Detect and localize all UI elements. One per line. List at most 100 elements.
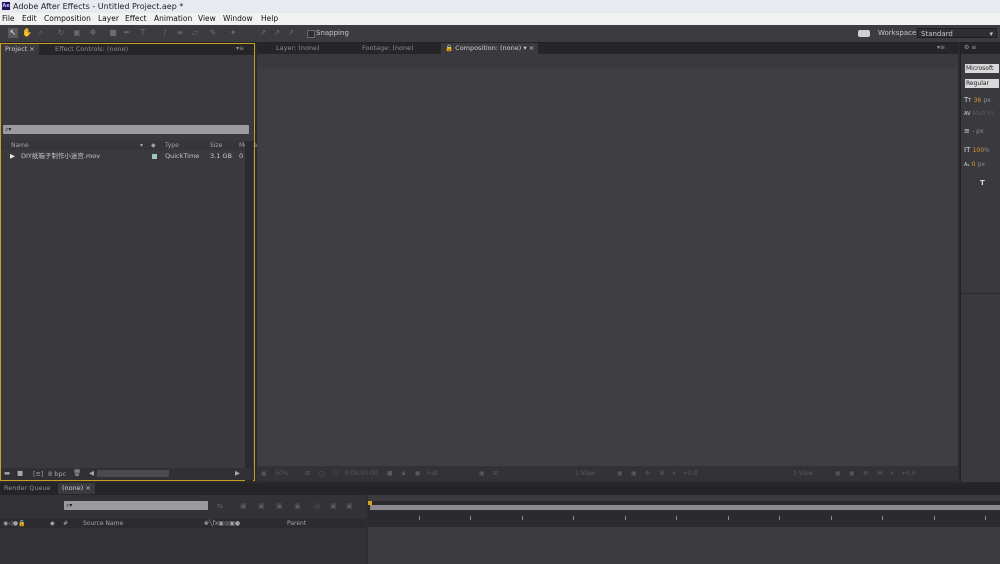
menu-window[interactable]: Window [223, 13, 253, 25]
local-axis-icon[interactable]: ↗ [258, 28, 268, 38]
workspace-toggle-icon[interactable] [858, 30, 870, 37]
toggle-pixel-icon[interactable]: ▣ [617, 466, 623, 481]
project-search-input[interactable]: ⌕▾ [3, 125, 249, 134]
menu-view[interactable]: View [198, 13, 216, 25]
timecode-field[interactable]: 0:00:00:00 [345, 466, 378, 481]
tab-timeline-none[interactable]: (none) × [58, 483, 95, 494]
tab-effect-controls[interactable]: Effect Controls: (none) [51, 44, 132, 55]
leading-value[interactable]: - px [972, 128, 983, 135]
column-source-name[interactable]: Source Name [83, 519, 123, 528]
menu-edit[interactable]: Edit [22, 13, 37, 25]
puppet-pin-tool-icon[interactable]: ✦ [228, 28, 238, 38]
scroll-right-icon[interactable]: ▶ [235, 469, 240, 477]
list-item[interactable]: ▶ DIY纸箱子制作小迷宫.mov QuickTime 3.1 GB 0 [1, 152, 244, 161]
fast-preview-icon[interactable]: ❉ [645, 466, 650, 481]
bpc-bracket-icon[interactable]: [≡] [33, 470, 44, 478]
font-size-row[interactable]: TT 36 px [964, 96, 991, 104]
snapping-checkbox[interactable] [307, 30, 315, 38]
av-features-icon[interactable]: ◉◁●🔒 [3, 519, 26, 528]
column-layer-number[interactable]: # [63, 519, 68, 528]
view-layout-select[interactable]: 1 View [575, 466, 595, 481]
mask-visibility-icon[interactable]: ⬡ [333, 466, 338, 481]
lock-icon[interactable]: 🔒 [445, 44, 453, 52]
timeline-graph-area[interactable] [368, 495, 1000, 564]
exposure-icon[interactable]: ☀ [671, 466, 676, 481]
draft-3d-icon[interactable]: ▣ [240, 502, 247, 510]
world-axis-icon[interactable]: ↗ [272, 28, 282, 38]
tab-project[interactable]: Project × [1, 44, 39, 55]
brainstorm-icon[interactable]: ◎ [314, 502, 320, 510]
font-size-value[interactable]: 36 [974, 97, 982, 104]
auto-keyframe-icon[interactable]: ▣ [346, 502, 353, 510]
menu-layer[interactable]: Layer [98, 13, 119, 25]
rectangle-tool-icon[interactable]: ■ [108, 28, 118, 38]
panel-menu-icon[interactable]: ▾≡ [236, 45, 244, 52]
interpret-footage-icon[interactable]: ▬ [4, 469, 10, 477]
camera-tool-icon[interactable]: ▣ [72, 28, 82, 38]
menu-effect[interactable]: Effect [125, 13, 147, 25]
menu-help[interactable]: Help [261, 13, 278, 25]
rotation-tool-icon[interactable]: ↻ [56, 28, 66, 38]
reset-exposure-icon[interactable]: ▣ [631, 466, 637, 481]
flowchart-icon[interactable]: ⌘ [659, 466, 665, 481]
vertical-scale-value[interactable]: 100 [973, 147, 984, 154]
kerning-value[interactable]: Metrics [973, 110, 995, 117]
show-snapshot-icon[interactable]: ♟ [401, 466, 406, 481]
label-tag-icon[interactable]: ◆ [151, 141, 156, 150]
view-layout-select-2[interactable]: 1 View [793, 466, 813, 481]
clone-stamp-tool-icon[interactable]: ≡ [175, 28, 185, 38]
kerning-row[interactable]: AV Metrics [964, 109, 995, 117]
baseline-shift-value[interactable]: 0 [972, 161, 976, 168]
composition-viewer[interactable] [257, 68, 958, 466]
vertical-scale-row[interactable]: IT 100% [964, 146, 990, 154]
tab-composition[interactable]: 🔒 Composition: (none) ▾ × [441, 43, 539, 54]
tab-footage[interactable]: Footage: (none) [358, 43, 418, 54]
transparency-grid-icon[interactable]: ⊞ [493, 466, 498, 481]
hand-tool-icon[interactable]: ✋ [22, 28, 32, 38]
panel-menu-icon[interactable]: ▾≡ [937, 44, 945, 51]
magnification-select[interactable]: 50% [275, 466, 288, 481]
panel-options-icon[interactable]: ⚙ ≡ [964, 44, 976, 51]
switches-icon[interactable]: ❀╲fx▣◎▣● [204, 519, 240, 528]
grid-icon[interactable]: ▢ [319, 466, 325, 481]
menu-file[interactable]: File [2, 13, 15, 25]
column-name[interactable]: Name [11, 141, 29, 150]
font-family-select[interactable]: Microsoft [965, 64, 999, 73]
view-axis-icon[interactable]: ↗ [286, 28, 296, 38]
menu-animation[interactable]: Animation [154, 13, 192, 25]
work-area-bar[interactable] [370, 505, 1000, 510]
time-ruler[interactable] [368, 501, 1000, 527]
eraser-tool-icon[interactable]: ▱ [190, 28, 200, 38]
font-style-select[interactable]: Regular [965, 79, 999, 88]
exposure-icon-2[interactable]: ☀ [889, 466, 894, 481]
timeline-search-input[interactable]: ⌕▾ [64, 501, 208, 510]
column-type[interactable]: Type [165, 141, 179, 150]
snapshot-icon[interactable]: ■ [387, 466, 393, 481]
bpc-label[interactable]: 8 bpc [48, 470, 66, 478]
new-folder-icon[interactable]: ■ [17, 469, 23, 477]
pan-behind-tool-icon[interactable]: ✥ [88, 28, 98, 38]
horizontal-scrollbar-thumb[interactable] [97, 470, 169, 477]
reset-exposure-icon-2[interactable]: ▣ [849, 466, 855, 481]
baseline-shift-row[interactable]: A₂ 0 px [964, 160, 985, 168]
zoom-tool-icon[interactable]: ⌕ [36, 28, 46, 38]
tab-render-queue[interactable]: Render Queue [0, 483, 55, 494]
column-size[interactable]: Size [210, 141, 222, 150]
safe-margins-icon[interactable]: ⊞ [305, 466, 310, 481]
always-preview-icon[interactable]: ▣ [261, 466, 267, 481]
scroll-left-icon[interactable]: ◀ [89, 469, 94, 477]
faux-bold-icon[interactable]: T [980, 179, 985, 187]
pen-tool-icon[interactable]: ✒ [122, 28, 132, 38]
roto-brush-tool-icon[interactable]: ✎ [208, 28, 218, 38]
fast-preview-icon-2[interactable]: ❉ [863, 466, 868, 481]
brush-tool-icon[interactable]: ∕ [160, 28, 170, 38]
tab-layer[interactable]: Layer: (none) [272, 43, 324, 54]
project-scrollbar[interactable] [245, 141, 253, 496]
frame-blending-icon[interactable]: ▣ [276, 502, 283, 510]
channel-icon[interactable]: ● [415, 466, 420, 481]
label-color-swatch[interactable] [152, 154, 157, 159]
flowchart-icon-2[interactable]: ⌘ [877, 466, 883, 481]
label-tag-icon[interactable]: ◆ [50, 519, 55, 528]
exposure-value-2[interactable]: +0.0 [901, 466, 916, 481]
leading-row[interactable]: ≡ - px [964, 127, 984, 135]
